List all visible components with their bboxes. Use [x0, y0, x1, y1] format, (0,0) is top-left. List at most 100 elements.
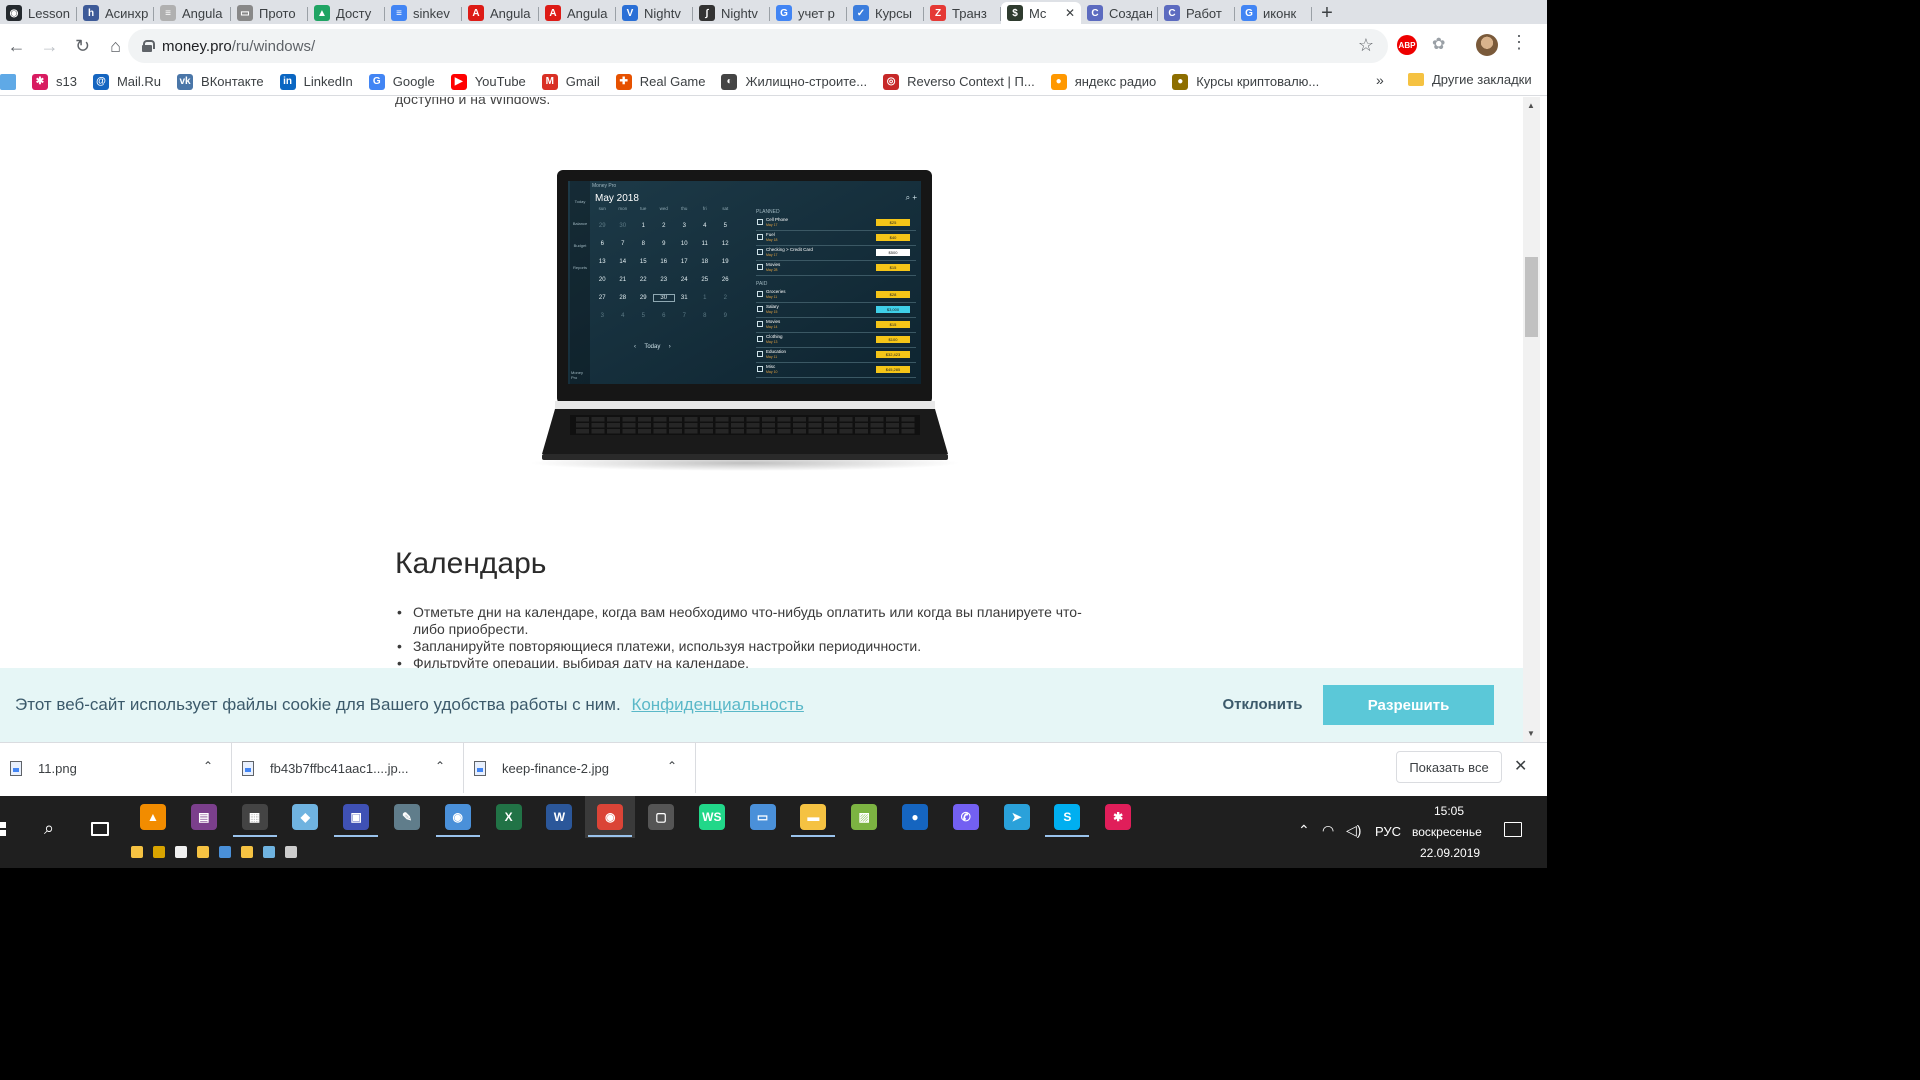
browser-tab[interactable]: ✓ Курсы — [847, 2, 924, 24]
browser-tab[interactable]: A Angula — [539, 2, 616, 24]
browser-tab[interactable]: Z Транз — [924, 2, 1001, 24]
taskbar-notepad-icon[interactable]: ◆ — [292, 804, 319, 830]
quick-launch-icon[interactable] — [131, 846, 143, 858]
bookmark-item[interactable]: @ Mail.Ru — [92, 73, 161, 90]
start-button[interactable] — [0, 822, 14, 836]
taskbar-maps-icon[interactable]: ● — [902, 804, 928, 830]
taskbar-chrome-icon[interactable]: ◉ — [597, 804, 624, 830]
taskbar-paint-icon[interactable]: ✎ — [394, 804, 420, 830]
browser-tab[interactable]: $ Mc ✕ — [1001, 2, 1081, 24]
bookmark-item[interactable]: ● яндекс радио — [1050, 73, 1156, 90]
show-all-button[interactable]: Показать все — [1396, 751, 1502, 783]
task-view-icon[interactable] — [91, 822, 109, 836]
bookmark-item[interactable]: ▶ YouTube — [450, 73, 526, 90]
browser-tab[interactable]: Gучет р — [770, 2, 847, 24]
bookmark-item[interactable]: vk ВКонтакте — [177, 73, 264, 90]
apps-icon[interactable] — [0, 73, 16, 90]
browser-tab[interactable]: ≡ Angula — [154, 2, 231, 24]
browser-tab[interactable]: C Работ — [1158, 2, 1235, 24]
bookmark-star-icon[interactable]: ☆ — [1358, 35, 1374, 56]
taskbar-file-explorer-icon[interactable]: ▬ — [800, 804, 827, 830]
quick-launch-icon[interactable] — [219, 846, 231, 858]
bookmark-item[interactable]: ◐ Жилищно-строите... — [721, 73, 867, 90]
bookmark-item[interactable]: ✱ s13 — [32, 73, 77, 90]
chevron-up-icon[interactable]: ⌃ — [435, 759, 445, 773]
taskbar-excel-icon[interactable]: X — [495, 804, 522, 830]
clock-day[interactable]: воскресенье — [1412, 825, 1482, 839]
scroll-down-icon[interactable]: ▼ — [1527, 729, 1535, 738]
notification-icon[interactable] — [1504, 822, 1522, 837]
keyboard-key — [669, 423, 682, 428]
download-item[interactable]: keep-finance-2.jpg ⌃ — [464, 743, 696, 793]
privacy-link[interactable]: Конфиденциальность — [631, 695, 803, 714]
bookmark-item[interactable]: M Gmail — [541, 73, 600, 90]
new-tab-button[interactable]: + — [1312, 2, 1342, 24]
address-bar[interactable]: money.pro/ru/windows/ ☆ — [128, 29, 1388, 63]
bookmark-item[interactable]: ✚ Real Game — [615, 73, 705, 90]
scrollbar-thumb[interactable] — [1525, 257, 1538, 337]
search-icon[interactable]: ⌕ — [44, 818, 54, 839]
taskbar-vlc-icon[interactable]: ▲ — [140, 804, 166, 830]
browser-tab[interactable]: Gиконк — [1235, 2, 1312, 24]
download-item[interactable]: 11.png ⌃ — [0, 743, 232, 793]
bookmark-item[interactable]: G Google — [368, 73, 435, 90]
scroll-up-icon[interactable]: ▲ — [1527, 101, 1535, 110]
taskbar-webstorm-icon[interactable]: WS — [698, 804, 725, 830]
volume-icon[interactable]: ◁) — [1346, 822, 1361, 839]
quick-launch-icon[interactable] — [285, 846, 297, 858]
network-icon[interactable]: ◠ — [1322, 822, 1334, 839]
bookmark-item[interactable]: ◎ Reverso Context | П... — [883, 73, 1035, 90]
taskbar-image-viewer-icon[interactable]: ▨ — [851, 804, 878, 830]
browser-tab[interactable]: ▭ Прото — [231, 2, 308, 24]
taskbar-window-icon[interactable]: ▢ — [648, 804, 674, 830]
browser-tab[interactable]: V Nightv — [616, 2, 693, 24]
taskbar-calculator-icon[interactable]: ▦ — [241, 804, 268, 830]
taskbar-viber-icon[interactable]: ✆ — [952, 804, 979, 830]
taskbar-explorer-win-icon[interactable]: ▭ — [749, 804, 776, 830]
download-item[interactable]: fb43b7ffbc41aac1....jp... ⌃ — [232, 743, 464, 793]
browser-tab[interactable]: ◉ Lesson — [0, 2, 77, 24]
browser-tab[interactable]: ∫ Nightv — [693, 2, 770, 24]
quick-launch-icon[interactable] — [263, 846, 275, 858]
adblock-icon[interactable]: ABP — [1397, 35, 1417, 55]
chevron-up-icon[interactable]: ⌃ — [667, 759, 677, 773]
clock-date[interactable]: 22.09.2019 — [1420, 846, 1480, 860]
taskbar-skype-icon[interactable]: S — [1054, 804, 1081, 830]
taskbar-word-icon[interactable]: W — [546, 804, 573, 830]
page-scrollbar[interactable]: ▲ ▼ — [1523, 97, 1540, 742]
browser-tab[interactable]: A Angula — [462, 2, 539, 24]
close-icon[interactable]: ✕ — [1514, 756, 1527, 776]
tab-close-icon[interactable]: ✕ — [1065, 6, 1075, 20]
menu-icon[interactable]: ⋮ — [1510, 32, 1528, 53]
decline-button[interactable]: Отклонить — [1205, 684, 1320, 724]
chevron-up-icon[interactable]: ⌃ — [203, 759, 213, 773]
taskbar-photos-icon[interactable]: ◉ — [444, 804, 471, 830]
browser-tab[interactable]: ≡ sinkev — [385, 2, 462, 24]
back-button[interactable]: ← — [0, 30, 33, 62]
reload-button[interactable]: ↻ — [66, 30, 99, 62]
language-indicator[interactable]: РУС — [1375, 824, 1401, 839]
browser-tab[interactable]: ▲ Досту — [308, 2, 385, 24]
bookmark-item[interactable]: ● Курсы криптовалю... — [1172, 73, 1319, 90]
clock-time[interactable]: 15:05 — [1434, 804, 1464, 818]
taskbar-slack-icon[interactable]: ✱ — [1105, 804, 1132, 830]
other-bookmarks[interactable]: Другие закладки — [1408, 72, 1532, 87]
quick-launch-icon[interactable] — [197, 846, 209, 858]
profile-avatar[interactable] — [1476, 34, 1498, 56]
forward-button[interactable]: → — [33, 30, 66, 62]
bookmark-item[interactable]: in LinkedIn — [279, 73, 353, 90]
quick-launch-icon[interactable] — [175, 846, 187, 858]
downloads-bar: 11.png ⌃ fb43b7ffbc41aac1....jp... ⌃ kee… — [0, 742, 1547, 793]
allow-button[interactable]: Разрешить — [1323, 685, 1494, 725]
browser-tab[interactable]: h Асинхр — [77, 2, 154, 24]
lock-icon[interactable] — [142, 40, 155, 52]
taskbar-save-icon[interactable]: ▣ — [343, 804, 370, 830]
bookmarks-overflow-icon[interactable]: » — [1376, 72, 1384, 88]
taskbar-winrar-icon[interactable]: ▤ — [190, 804, 217, 830]
quick-launch-icon[interactable] — [241, 846, 253, 858]
quick-launch-icon[interactable] — [153, 846, 165, 858]
tray-chevron-icon[interactable]: ⌃ — [1298, 822, 1310, 839]
taskbar-telegram-icon[interactable]: ➤ — [1003, 804, 1030, 830]
browser-tab[interactable]: C Создан — [1081, 2, 1158, 24]
extension-paw-icon[interactable]: ✿ — [1432, 34, 1445, 54]
